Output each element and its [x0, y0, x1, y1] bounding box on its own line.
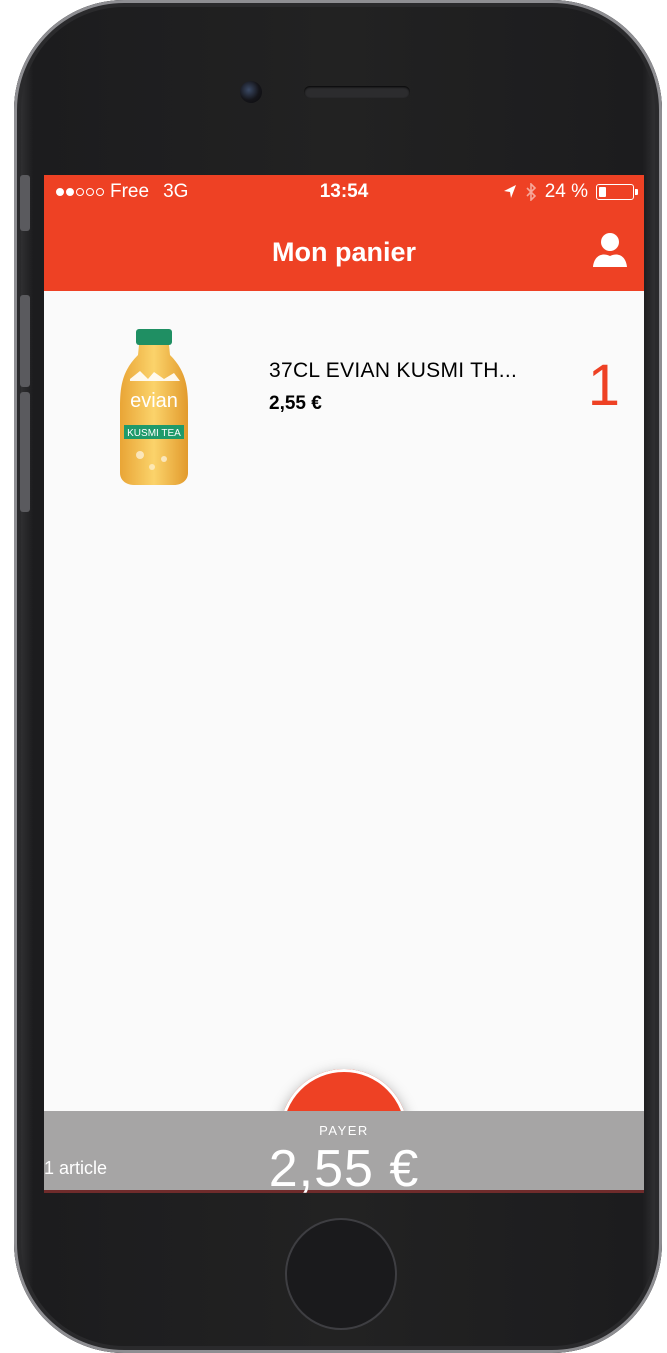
nav-bar: Mon panier [44, 209, 644, 291]
product-quantity[interactable]: 1 [588, 357, 620, 415]
page-title: Mon panier [271, 237, 416, 267]
product-price: 2,55 € [269, 393, 322, 414]
volume-down-button [20, 392, 30, 512]
user-icon [593, 233, 627, 267]
volume-up-button [20, 295, 30, 387]
status-bar: Free 3G 13:54 24 % [44, 175, 644, 209]
cart-content: evian KUSMI TEA 37CL EVIAN KUSMI TH... 2… [44, 291, 644, 1193]
location-arrow-icon [503, 185, 516, 198]
cart-item[interactable]: evian KUSMI TEA 37CL EVIAN KUSMI TH... 2… [44, 291, 644, 491]
status-right: 24 % [503, 181, 638, 203]
product-label-text: KUSMI TEA [127, 428, 181, 439]
cart-total: 2,55 € [268, 1140, 420, 1193]
earpiece-speaker [304, 86, 410, 98]
pay-label: PAYER [319, 1123, 369, 1138]
battery-icon [596, 184, 638, 200]
home-button[interactable] [285, 1218, 397, 1330]
mute-switch [20, 175, 30, 231]
battery-percent: 24 % [544, 181, 588, 202]
product-image: evian KUSMI TEA [120, 329, 188, 485]
pay-bar[interactable]: PAYER 1 article 2,55 € [44, 1111, 644, 1193]
profile-button[interactable] [590, 229, 630, 269]
product-name: 37CL EVIAN KUSMI TH... [269, 359, 518, 382]
bluetooth-icon [526, 183, 536, 201]
product-brand-text: evian [130, 390, 178, 412]
front-camera [240, 81, 262, 103]
app-screen: Free 3G 13:54 24 % Mon panier evian KUSM… [44, 175, 644, 1193]
